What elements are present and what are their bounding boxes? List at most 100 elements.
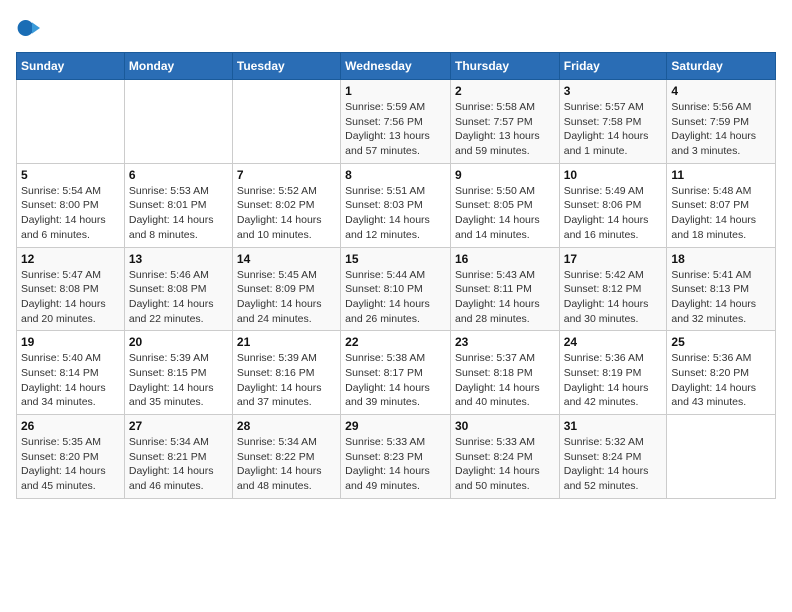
calendar-cell: 27Sunrise: 5:34 AM Sunset: 8:21 PM Dayli… xyxy=(124,415,232,499)
day-info: Sunrise: 5:39 AM Sunset: 8:16 PM Dayligh… xyxy=(237,351,336,410)
calendar-week-row: 12 Sunrise: 5:47 AM Sunset: 8:08 PM Dayli… xyxy=(17,247,776,331)
calendar-cell: 14Sunrise: 5:45 AM Sunset: 8:09 PM Dayli… xyxy=(232,247,340,331)
day-info: Sunrise: 5:48 AM Sunset: 8:07 PM Dayligh… xyxy=(671,184,771,243)
day-info: Sunrise: 5:57 AM Sunset: 7:58 PM Dayligh… xyxy=(564,100,663,159)
calendar-cell: 17 Sunrise: 5:42 AM Sunset: 8:12 PM Dayli… xyxy=(559,247,667,331)
calendar-cell: 26 Sunrise: 5:35 AM Sunset: 8:20 PM Dayli… xyxy=(17,415,125,499)
calendar-table: SundayMondayTuesdayWednesdayThursdayFrid… xyxy=(16,52,776,499)
calendar-cell: 8 Sunrise: 5:51 AM Sunset: 8:03 PM Daylig… xyxy=(341,163,451,247)
header-day: Friday xyxy=(559,53,667,80)
calendar-cell: 12 Sunrise: 5:47 AM Sunset: 8:08 PM Dayli… xyxy=(17,247,125,331)
day-info: Sunrise: 5:40 AM Sunset: 8:14 PM Dayligh… xyxy=(21,351,120,410)
day-info: Sunrise: 5:32 AM Sunset: 8:24 PM Dayligh… xyxy=(564,435,663,494)
day-number: 22 xyxy=(345,335,446,349)
calendar-cell: 4 Sunrise: 5:56 AM Sunset: 7:59 PM Daylig… xyxy=(667,80,776,164)
calendar-cell: 13 Sunrise: 5:46 AM Sunset: 8:08 PM Dayli… xyxy=(124,247,232,331)
day-info: Sunrise: 5:56 AM Sunset: 7:59 PM Dayligh… xyxy=(671,100,771,159)
day-info: Sunrise: 5:34 AM Sunset: 8:22 PM Dayligh… xyxy=(237,435,336,494)
day-number: 21 xyxy=(237,335,336,349)
day-number: 25 xyxy=(671,335,771,349)
header-day: Tuesday xyxy=(232,53,340,80)
calendar-cell: 22 Sunrise: 5:38 AM Sunset: 8:17 PM Dayli… xyxy=(341,331,451,415)
day-number: 8 xyxy=(345,168,446,182)
calendar-cell: 19Sunrise: 5:40 AM Sunset: 8:14 PM Dayli… xyxy=(17,331,125,415)
header-day: Wednesday xyxy=(341,53,451,80)
calendar-cell: 15 Sunrise: 5:44 AM Sunset: 8:10 PM Dayli… xyxy=(341,247,451,331)
day-info: Sunrise: 5:47 AM Sunset: 8:08 PM Dayligh… xyxy=(21,268,120,327)
day-number: 6 xyxy=(129,168,228,182)
calendar-cell: 1 Sunrise: 5:59 AM Sunset: 7:56 PM Daylig… xyxy=(341,80,451,164)
calendar-cell: 9 Sunrise: 5:50 AM Sunset: 8:05 PM Daylig… xyxy=(450,163,559,247)
page-header xyxy=(16,16,776,40)
day-number: 31 xyxy=(564,419,663,433)
day-number: 24 xyxy=(564,335,663,349)
day-info: Sunrise: 5:59 AM Sunset: 7:56 PM Dayligh… xyxy=(345,100,446,159)
calendar-cell: 3 Sunrise: 5:57 AM Sunset: 7:58 PM Daylig… xyxy=(559,80,667,164)
day-number: 13 xyxy=(129,252,228,266)
calendar-cell: 29 Sunrise: 5:33 AM Sunset: 8:23 PM Dayli… xyxy=(341,415,451,499)
calendar-cell: 20 Sunrise: 5:39 AM Sunset: 8:15 PM Dayli… xyxy=(124,331,232,415)
day-number: 9 xyxy=(455,168,555,182)
day-number: 14 xyxy=(237,252,336,266)
header-row: SundayMondayTuesdayWednesdayThursdayFrid… xyxy=(17,53,776,80)
calendar-cell: 10Sunrise: 5:49 AM Sunset: 8:06 PM Dayli… xyxy=(559,163,667,247)
day-info: Sunrise: 5:34 AM Sunset: 8:21 PM Dayligh… xyxy=(129,435,228,494)
day-info: Sunrise: 5:33 AM Sunset: 8:23 PM Dayligh… xyxy=(345,435,446,494)
day-info: Sunrise: 5:51 AM Sunset: 8:03 PM Dayligh… xyxy=(345,184,446,243)
day-info: Sunrise: 5:44 AM Sunset: 8:10 PM Dayligh… xyxy=(345,268,446,327)
day-info: Sunrise: 5:46 AM Sunset: 8:08 PM Dayligh… xyxy=(129,268,228,327)
day-number: 20 xyxy=(129,335,228,349)
day-number: 15 xyxy=(345,252,446,266)
day-number: 26 xyxy=(21,419,120,433)
day-info: Sunrise: 5:39 AM Sunset: 8:15 PM Dayligh… xyxy=(129,351,228,410)
calendar-cell: 25Sunrise: 5:36 AM Sunset: 8:20 PM Dayli… xyxy=(667,331,776,415)
calendar-cell: 5Sunrise: 5:54 AM Sunset: 8:00 PM Daylig… xyxy=(17,163,125,247)
day-number: 10 xyxy=(564,168,663,182)
day-number: 12 xyxy=(21,252,120,266)
day-number: 3 xyxy=(564,84,663,98)
day-number: 11 xyxy=(671,168,771,182)
day-info: Sunrise: 5:35 AM Sunset: 8:20 PM Dayligh… xyxy=(21,435,120,494)
calendar-week-row: 5Sunrise: 5:54 AM Sunset: 8:00 PM Daylig… xyxy=(17,163,776,247)
header-day: Sunday xyxy=(17,53,125,80)
calendar-week-row: 1 Sunrise: 5:59 AM Sunset: 7:56 PM Daylig… xyxy=(17,80,776,164)
day-info: Sunrise: 5:36 AM Sunset: 8:19 PM Dayligh… xyxy=(564,351,663,410)
calendar-cell: 7Sunrise: 5:52 AM Sunset: 8:02 PM Daylig… xyxy=(232,163,340,247)
calendar-cell xyxy=(667,415,776,499)
calendar-cell: 6 Sunrise: 5:53 AM Sunset: 8:01 PM Daylig… xyxy=(124,163,232,247)
logo xyxy=(16,16,44,40)
calendar-cell: 18Sunrise: 5:41 AM Sunset: 8:13 PM Dayli… xyxy=(667,247,776,331)
day-info: Sunrise: 5:38 AM Sunset: 8:17 PM Dayligh… xyxy=(345,351,446,410)
header-day: Thursday xyxy=(450,53,559,80)
day-info: Sunrise: 5:43 AM Sunset: 8:11 PM Dayligh… xyxy=(455,268,555,327)
calendar-cell: 28Sunrise: 5:34 AM Sunset: 8:22 PM Dayli… xyxy=(232,415,340,499)
day-number: 30 xyxy=(455,419,555,433)
day-number: 4 xyxy=(671,84,771,98)
day-info: Sunrise: 5:50 AM Sunset: 8:05 PM Dayligh… xyxy=(455,184,555,243)
calendar-week-row: 26 Sunrise: 5:35 AM Sunset: 8:20 PM Dayli… xyxy=(17,415,776,499)
day-number: 17 xyxy=(564,252,663,266)
day-info: Sunrise: 5:33 AM Sunset: 8:24 PM Dayligh… xyxy=(455,435,555,494)
calendar-cell: 21 Sunrise: 5:39 AM Sunset: 8:16 PM Dayli… xyxy=(232,331,340,415)
day-info: Sunrise: 5:37 AM Sunset: 8:18 PM Dayligh… xyxy=(455,351,555,410)
calendar-cell: 11 Sunrise: 5:48 AM Sunset: 8:07 PM Dayli… xyxy=(667,163,776,247)
calendar-cell: 31 Sunrise: 5:32 AM Sunset: 8:24 PM Dayli… xyxy=(559,415,667,499)
day-number: 29 xyxy=(345,419,446,433)
calendar-cell xyxy=(17,80,125,164)
day-info: Sunrise: 5:53 AM Sunset: 8:01 PM Dayligh… xyxy=(129,184,228,243)
day-info: Sunrise: 5:42 AM Sunset: 8:12 PM Dayligh… xyxy=(564,268,663,327)
header-day: Saturday xyxy=(667,53,776,80)
calendar-cell xyxy=(124,80,232,164)
calendar-week-row: 19Sunrise: 5:40 AM Sunset: 8:14 PM Dayli… xyxy=(17,331,776,415)
header-day: Monday xyxy=(124,53,232,80)
day-info: Sunrise: 5:58 AM Sunset: 7:57 PM Dayligh… xyxy=(455,100,555,159)
calendar-cell: 16 Sunrise: 5:43 AM Sunset: 8:11 PM Dayli… xyxy=(450,247,559,331)
day-number: 16 xyxy=(455,252,555,266)
calendar-cell: 30 Sunrise: 5:33 AM Sunset: 8:24 PM Dayli… xyxy=(450,415,559,499)
calendar-cell: 23 Sunrise: 5:37 AM Sunset: 8:18 PM Dayli… xyxy=(450,331,559,415)
calendar-cell: 2Sunrise: 5:58 AM Sunset: 7:57 PM Daylig… xyxy=(450,80,559,164)
day-number: 1 xyxy=(345,84,446,98)
day-info: Sunrise: 5:41 AM Sunset: 8:13 PM Dayligh… xyxy=(671,268,771,327)
day-number: 23 xyxy=(455,335,555,349)
day-info: Sunrise: 5:54 AM Sunset: 8:00 PM Dayligh… xyxy=(21,184,120,243)
